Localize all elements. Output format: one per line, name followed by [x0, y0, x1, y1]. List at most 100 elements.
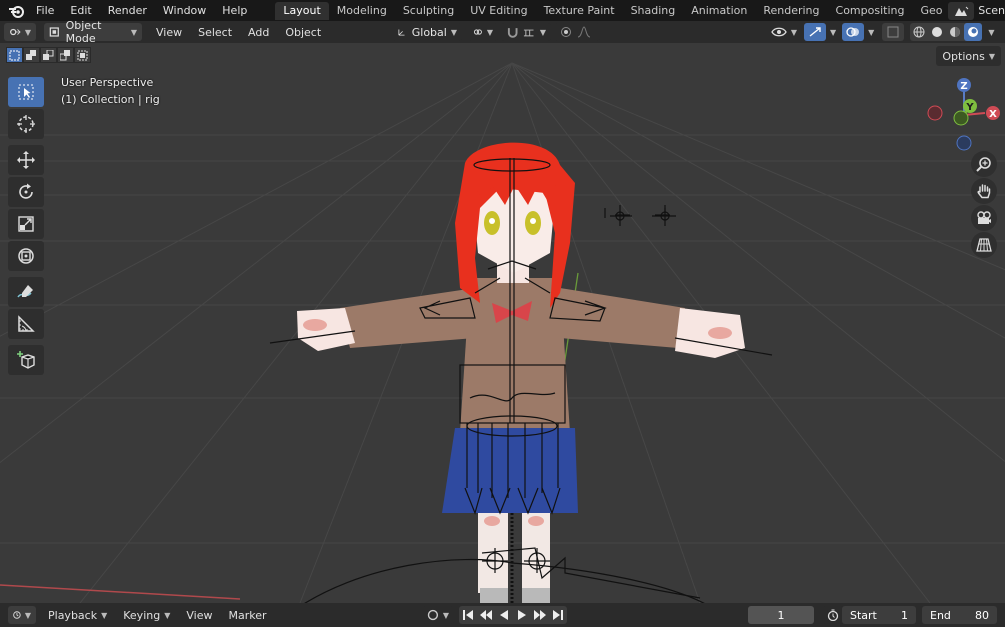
blender-logo-icon[interactable]	[8, 2, 24, 20]
use-preview-range-toggle[interactable]	[822, 606, 844, 624]
tab-animation[interactable]: Animation	[683, 2, 755, 20]
select-subtract-button[interactable]	[40, 47, 57, 63]
play-button[interactable]	[513, 606, 531, 624]
select-box-tool[interactable]	[8, 77, 44, 107]
timeline-editor-type-button[interactable]: ▼	[8, 606, 36, 624]
play-reverse-button[interactable]	[495, 606, 513, 624]
tab-layout[interactable]: Layout	[275, 1, 329, 20]
xray-toggle[interactable]	[882, 23, 905, 41]
tab-uv-editing[interactable]: UV Editing	[462, 2, 535, 20]
shading-material-button[interactable]	[946, 23, 964, 41]
scene-name[interactable]: Scen	[978, 4, 1005, 17]
record-icon	[427, 609, 439, 621]
timeline-menu-keying[interactable]: Keying ▼	[115, 609, 178, 622]
character-rig-model[interactable]	[260, 93, 780, 603]
select-new-button[interactable]	[6, 47, 23, 63]
header-menu-add[interactable]: Add	[240, 26, 277, 39]
annotate-tool[interactable]	[8, 277, 44, 307]
start-frame-label: Start	[850, 608, 877, 622]
camera-view-button[interactable]	[971, 205, 997, 231]
current-frame-field[interactable]: 1	[748, 606, 814, 624]
select-intersect-icon	[77, 50, 88, 60]
rotate-tool[interactable]	[8, 177, 44, 207]
top-menubar: File Edit Render Window Help Layout Mode…	[0, 0, 1005, 21]
move-tool[interactable]	[8, 145, 44, 175]
tab-shading[interactable]: Shading	[623, 2, 684, 20]
cursor-icon	[17, 115, 35, 133]
menu-render[interactable]: Render	[100, 0, 155, 21]
gizmo-neg-x-icon[interactable]	[927, 105, 943, 121]
end-frame-value: 80	[975, 608, 989, 622]
scale-tool[interactable]	[8, 209, 44, 239]
jump-end-icon	[553, 610, 563, 620]
shading-wireframe-button[interactable]	[910, 23, 928, 41]
menu-edit[interactable]: Edit	[62, 0, 99, 21]
jump-to-end-button[interactable]	[549, 606, 567, 624]
chevron-down-icon[interactable]: ▼	[988, 28, 994, 37]
scene-browse-button[interactable]	[948, 1, 975, 20]
cursor-tool[interactable]	[8, 109, 44, 139]
tab-compositing[interactable]: Compositing	[828, 2, 913, 20]
eye-icon	[771, 27, 787, 37]
tab-modeling[interactable]: Modeling	[329, 2, 395, 20]
perspective-toggle-button[interactable]	[971, 232, 997, 258]
header-menu-object[interactable]: Object	[277, 26, 329, 39]
end-frame-field[interactable]: End 80	[922, 606, 997, 624]
snapping-toggle[interactable]: ▼	[501, 23, 551, 41]
shading-solid-button[interactable]	[928, 23, 946, 41]
keying-label: Keying	[123, 608, 161, 622]
timeline-menu-marker[interactable]: Marker	[220, 609, 274, 622]
proportional-editing-toggle[interactable]	[554, 23, 600, 41]
menu-help[interactable]: Help	[214, 0, 255, 21]
options-dropdown[interactable]: Options ▼	[936, 46, 1001, 66]
overlays-toggle[interactable]	[842, 23, 865, 41]
zoom-icon	[976, 157, 991, 172]
transform-orientation-selector[interactable]: Global ▼	[392, 23, 462, 41]
move-arrows-icon	[17, 151, 35, 169]
menu-file[interactable]: File	[28, 0, 62, 21]
x-axis-line	[0, 584, 241, 600]
measure-tool[interactable]	[8, 309, 44, 339]
playback-controls	[459, 606, 567, 624]
chevron-down-icon: ▼	[101, 610, 108, 620]
menu-window[interactable]: Window	[155, 0, 214, 21]
header-menu-view[interactable]: View	[148, 26, 190, 39]
gizmo-neg-y-icon[interactable]	[953, 110, 969, 126]
visibility-selector[interactable]: ▼	[768, 23, 800, 41]
tab-sculpting[interactable]: Sculpting	[395, 2, 462, 20]
transform-tool[interactable]	[8, 241, 44, 271]
auto-keying-toggle[interactable]: ▼	[422, 606, 454, 624]
link-icon	[473, 29, 482, 35]
gizmo-x-label: X	[989, 109, 997, 120]
chevron-down-icon[interactable]: ▼	[830, 28, 836, 37]
select-invert-button[interactable]	[57, 47, 74, 63]
shading-rendered-button[interactable]	[964, 23, 983, 41]
jump-to-keyframe-next-button[interactable]	[531, 606, 549, 624]
header-menu-select[interactable]: Select	[190, 26, 240, 39]
select-extend-button[interactable]	[23, 47, 40, 63]
gizmo-toggle[interactable]	[804, 23, 826, 41]
navigation-gizmo[interactable]: Y Z X	[915, 71, 1005, 151]
tab-texture-paint[interactable]: Texture Paint	[536, 2, 623, 20]
jump-to-keyframe-prev-button[interactable]	[477, 606, 495, 624]
add-cube-tool[interactable]	[8, 345, 44, 375]
start-frame-field[interactable]: Start 1	[842, 606, 916, 624]
jump-to-start-button[interactable]	[459, 606, 477, 624]
next-keyframe-icon	[534, 610, 546, 620]
gizmo-neg-z-icon[interactable]	[956, 135, 972, 151]
timeline-menu-view[interactable]: View	[178, 609, 220, 622]
hand-icon	[977, 184, 991, 199]
chevron-down-icon: ▼	[130, 27, 137, 37]
select-intersect-button[interactable]	[74, 47, 91, 63]
chevron-down-icon[interactable]: ▼	[868, 28, 874, 37]
editor-type-button[interactable]: ▼	[4, 23, 36, 41]
zoom-button[interactable]	[971, 151, 997, 177]
tab-rendering[interactable]: Rendering	[755, 2, 827, 20]
3d-viewport[interactable]: Options ▼ User Perspective (1) Collectio…	[0, 43, 1005, 603]
timeline-menu-playback[interactable]: Playback ▼	[40, 609, 115, 622]
pivot-point-selector[interactable]: ▼	[468, 23, 498, 41]
falloff-curve-icon	[577, 26, 591, 38]
chevron-down-icon: ▼	[450, 27, 457, 37]
mode-selector[interactable]: Object Mode ▼	[44, 19, 142, 45]
pan-button[interactable]	[971, 178, 997, 204]
